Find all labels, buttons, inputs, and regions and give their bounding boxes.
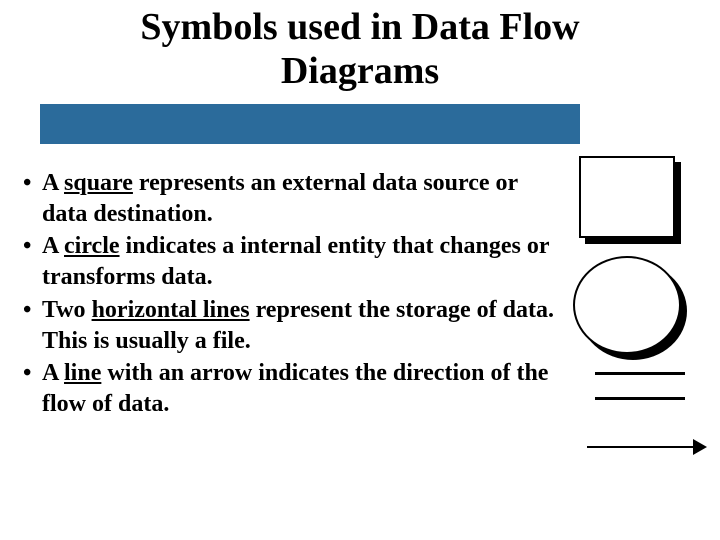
title-line-2: Diagrams [281,50,439,92]
arrow-symbol [587,446,705,448]
title-line-1: Symbols used in Data Flow [140,6,579,48]
bullet-text: with an arrow indicates the direction of… [42,360,548,417]
list-item: A square represents an external data sou… [20,168,555,229]
symbols-column [565,156,705,448]
square-symbol [565,156,705,238]
bullet-text: A [42,360,64,386]
title-underline-bar [40,104,580,144]
bullet-list: A square represents an external data sou… [20,168,555,422]
bullet-term: horizontal lines [92,297,250,323]
list-item: A line with an arrow indicates the direc… [20,358,555,419]
circle-icon [573,256,681,354]
bullet-text: Two [42,297,92,323]
square-icon [579,156,675,238]
slide-title: Symbols used in Data Flow Diagrams [0,0,720,93]
circle-symbol [565,256,705,354]
arrow-line-icon [587,446,697,448]
bullet-term: square [64,170,133,196]
bullet-text: A [42,170,64,196]
bullet-term: circle [64,233,120,259]
list-item: A circle indicates a internal entity tha… [20,231,555,292]
list-item: Two horizontal lines represent the stora… [20,295,555,356]
bullet-term: line [64,360,101,386]
bullet-text: A [42,233,64,259]
horizontal-line-icon [595,397,685,400]
arrow-head-icon [693,439,707,455]
datastore-symbol [595,372,705,400]
horizontal-line-icon [595,372,685,375]
